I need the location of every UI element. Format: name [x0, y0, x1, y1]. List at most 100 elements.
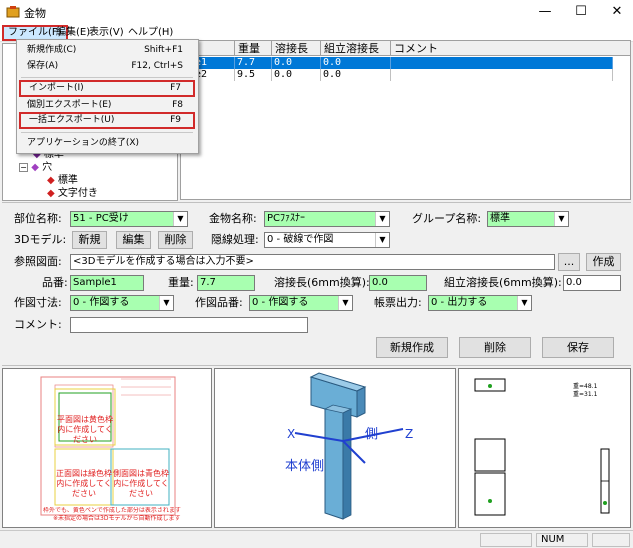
drawing-views-preview[interactable]: 重=48.1 重=31.1 [458, 368, 631, 528]
tree-node-icon: ◆ [47, 175, 55, 186]
cell-weight: 9.5 [235, 69, 272, 81]
collapse-icon[interactable]: − [19, 163, 28, 172]
tree-item-lettered[interactable]: ◆ 文字付き [47, 187, 98, 200]
side-view-note: 側面図は青色枠内に作成してください [113, 469, 169, 498]
part-name-label: 部位名称: [14, 212, 62, 225]
model-edit-button[interactable]: 編集 [116, 231, 151, 249]
report-select[interactable]: 0 - 出力する ▼ [428, 295, 532, 311]
weld-length-input[interactable]: 0.0 [369, 275, 427, 291]
num-lock-indicator: NUM [536, 533, 588, 547]
assembly-weld-label: 組立溶接長(6mm換算): [444, 276, 562, 289]
ref-drawing-label: 参照図面: [14, 255, 62, 268]
drawing-part-select[interactable]: 0 - 作図する ▼ [249, 295, 353, 311]
chevron-down-icon: ▼ [375, 212, 389, 226]
menu-item-import[interactable]: インポート(I) F7 [19, 80, 195, 97]
table-row[interactable]: ple1 7.7 0.0 0.0 [181, 57, 613, 69]
maximize-button[interactable]: ☐ [566, 0, 596, 24]
cell-weight: 7.7 [235, 57, 272, 69]
column-header-assembly-weld[interactable]: 組立溶接長 [321, 41, 391, 56]
template-graphic [40, 376, 176, 516]
hardware-name-label: 金物名称: [209, 212, 257, 225]
app-icon [6, 6, 20, 18]
drawing-dim-select[interactable]: 0 - 作図する ▼ [70, 295, 174, 311]
group-name-select[interactable]: 標準 ▼ [487, 211, 569, 227]
menu-separator [21, 77, 193, 78]
status-bar: NUM [0, 530, 633, 548]
weight-note-1: 重=48.1 [573, 383, 598, 390]
menu-item-export-bulk[interactable]: 一括エクスポート(U) F9 [19, 112, 195, 129]
hardware-grid[interactable]: 番 重量 溶接長 組立溶接長 コメント ple1 7.7 0.0 0.0 ple… [180, 40, 631, 200]
cell-assembly: 0.0 [321, 69, 391, 81]
status-cell [592, 533, 630, 547]
front-view-note: 正面図は緑色枠内に作成してください [56, 469, 112, 498]
column-header-weld-length[interactable]: 溶接長 [272, 41, 321, 56]
chevron-down-icon: ▼ [554, 212, 568, 226]
hardware-name-select[interactable]: PCﾌｧｽﾅｰ ▼ [264, 211, 390, 227]
delete-button[interactable]: 削除 [459, 337, 531, 358]
menu-item-exit[interactable]: アプリケーションの終了(X) [19, 135, 195, 152]
cell-comment [391, 69, 613, 81]
report-label: 帳票出力: [374, 296, 422, 309]
status-cell [480, 533, 532, 547]
cell-assembly: 0.0 [321, 57, 391, 69]
chevron-down-icon: ▼ [159, 296, 173, 310]
weight-label: 重量: [168, 276, 194, 289]
menu-item-new[interactable]: 新規作成(C) Shift+F1 [19, 42, 195, 59]
body-side-label: 本体側 [285, 459, 325, 474]
chevron-down-icon: ▼ [517, 296, 531, 310]
comment-input[interactable] [70, 317, 308, 333]
part-number-label: 品番: [42, 276, 68, 289]
drawing-part-label: 作図品番: [195, 296, 243, 309]
template-note-2: ※未指定の場合は3Dモデルから自動作成します [53, 515, 181, 522]
tree-node-icon: ◆ [47, 188, 55, 199]
model-new-button[interactable]: 新規 [72, 231, 107, 249]
model-3d-preview[interactable]: X Z 本体側 側 [214, 368, 456, 528]
file-dropdown-menu: 新規作成(C) Shift+F1 保存(A) F12, Ctrl+S インポート… [16, 39, 199, 154]
column-header-comment[interactable]: コメント [391, 41, 630, 56]
weld-length-label: 溶接長(6mm換算): [274, 276, 370, 289]
browse-button[interactable]: ... [558, 253, 580, 271]
cell-weld: 0.0 [272, 69, 321, 81]
save-button[interactable]: 保存 [542, 337, 614, 358]
model3d-label: 3Dモデル: [14, 233, 67, 246]
chevron-down-icon: ▼ [375, 233, 389, 247]
part-name-select[interactable]: 51 - PC受け ▼ [70, 211, 188, 227]
part-number-input[interactable]: Sample1 [70, 275, 144, 291]
axis-x-label: X [287, 427, 296, 441]
assembly-weld-input[interactable]: 0.0 [563, 275, 621, 291]
chevron-down-icon: ▼ [338, 296, 352, 310]
plan-view-note: 平面図は黄色枠内に作成してください [57, 415, 113, 444]
model-3d-graphic [294, 372, 404, 520]
hidden-line-select[interactable]: 0 - 破線で作図 ▼ [264, 232, 390, 248]
menu-item-save[interactable]: 保存(A) F12, Ctrl+S [19, 58, 195, 75]
cell-weld: 0.0 [272, 57, 321, 69]
form-area: 部位名称: 51 - PC受け ▼ 金物名称: PCﾌｧｽﾅｰ ▼ グループ名称… [2, 202, 631, 366]
side-label: 側 [365, 427, 379, 442]
drawing-dim-label: 作図寸法: [14, 296, 62, 309]
ref-drawing-input[interactable]: <3Dモデルを作成する場合は入力不要> [70, 254, 555, 270]
drawing-views-graphic [474, 378, 610, 516]
template-note-1: 枠外でも、黄色ペンで作成した部分は表示されます [43, 507, 181, 514]
weight-note-2: 重=31.1 [573, 391, 598, 398]
model-delete-button[interactable]: 削除 [158, 231, 193, 249]
group-name-label: グループ名称: [412, 212, 482, 225]
folder-icon: ◆ [31, 162, 39, 173]
new-create-button[interactable]: 新規作成 [376, 337, 448, 358]
menu-separator [21, 132, 193, 133]
chevron-down-icon: ▼ [173, 212, 187, 226]
axis-z-label: Z [405, 427, 414, 441]
column-header-weight[interactable]: 重量 [235, 41, 272, 56]
tree-item-hole-standard[interactable]: ◆ 標準 [47, 174, 78, 187]
weight-input[interactable]: 7.7 [197, 275, 255, 291]
minimize-button[interactable]: — [530, 0, 560, 24]
window-title: 金物 [24, 7, 46, 20]
tree-item-hole[interactable]: − ◆ 穴 [19, 161, 52, 174]
close-button[interactable]: ✕ [602, 0, 632, 24]
drawing-template-preview[interactable]: 平面図は黄色枠内に作成してください 正面図は緑色枠内に作成してください 側面図は… [2, 368, 212, 528]
hidden-line-label: 隠線処理: [211, 233, 259, 246]
comment-label: コメント: [14, 318, 62, 331]
cell-comment [391, 57, 613, 69]
table-row[interactable]: ple2 9.5 0.0 0.0 [181, 69, 613, 81]
title-bar: 金物 — ☐ ✕ [0, 0, 633, 24]
create-drawing-button[interactable]: 作成 [586, 253, 621, 271]
